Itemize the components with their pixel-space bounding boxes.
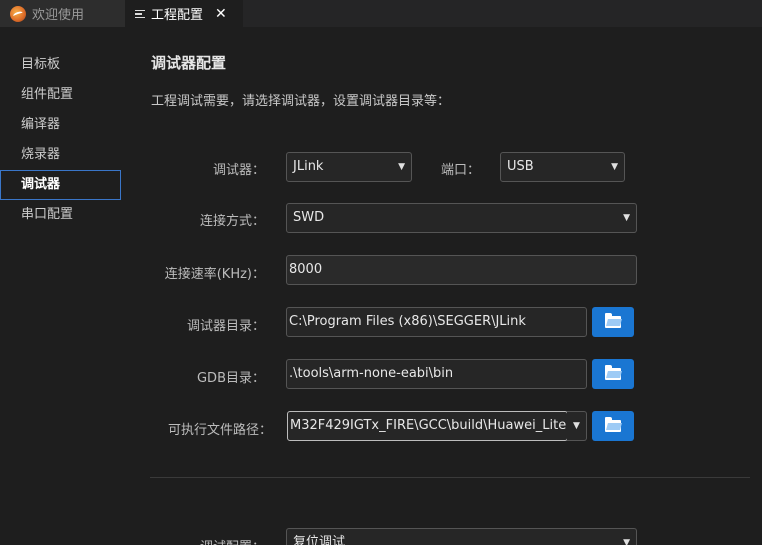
debugger-dir-browse-button[interactable] (592, 307, 634, 337)
chevron-down-icon: ▼ (573, 421, 580, 431)
exe-path-dropdown-button[interactable]: ▼ (567, 411, 587, 441)
connection-label: 连接方式： (199, 214, 265, 229)
gdb-dir-input[interactable]: .\tools\arm-none-eabi\bin (286, 359, 587, 389)
debugger-dir-input[interactable]: C:\Program Files (x86)\SEGGER\JLink (286, 307, 587, 337)
page-title: 调试器配置 (151, 54, 227, 72)
exe-path-input[interactable]: M32F429IGTx_FIRE\GCC\build\Huawei_LiteOS… (287, 411, 568, 441)
folder-icon (605, 417, 621, 432)
debug-config-label: 调试配置： (200, 536, 265, 545)
page-description: 工程调试需要，请选择调试器，设置调试器目录等： (151, 94, 451, 109)
chevron-down-icon: ▼ (611, 162, 618, 172)
debugger-label: 调试器： (212, 163, 265, 178)
debugger-select-value: JLink (293, 159, 324, 174)
port-select-value: USB (507, 159, 534, 174)
gdb-dir-browse-button[interactable] (592, 359, 634, 389)
debugger-dir-label: 调试器目录： (186, 319, 265, 334)
port-label: 端口： (441, 163, 481, 178)
chevron-down-icon: ▼ (623, 538, 630, 545)
debug-config-select-value: 复位调试 (293, 535, 346, 545)
main-panel: 调试器配置 工程调试需要，请选择调试器，设置调试器目录等： 调试器： JLink… (0, 0, 762, 545)
connection-select[interactable]: SWD ▼ (286, 203, 637, 233)
port-select[interactable]: USB ▼ (500, 152, 625, 182)
folder-icon (605, 365, 621, 380)
chevron-down-icon: ▼ (623, 213, 630, 223)
exe-path-browse-button[interactable] (592, 411, 634, 441)
chevron-down-icon: ▼ (398, 162, 405, 172)
exe-path-label: 可执行文件路径： (167, 423, 272, 438)
debug-config-select[interactable]: 复位调试 ▼ (286, 528, 637, 545)
section-divider (150, 477, 750, 478)
folder-icon (605, 313, 621, 328)
debugger-select[interactable]: JLink ▼ (286, 152, 412, 182)
gdb-dir-label: GDB目录： (196, 371, 265, 386)
speed-input[interactable]: 8000 (286, 255, 637, 285)
speed-label: 连接速率(KHz)： (164, 267, 265, 282)
connection-select-value: SWD (293, 210, 325, 225)
